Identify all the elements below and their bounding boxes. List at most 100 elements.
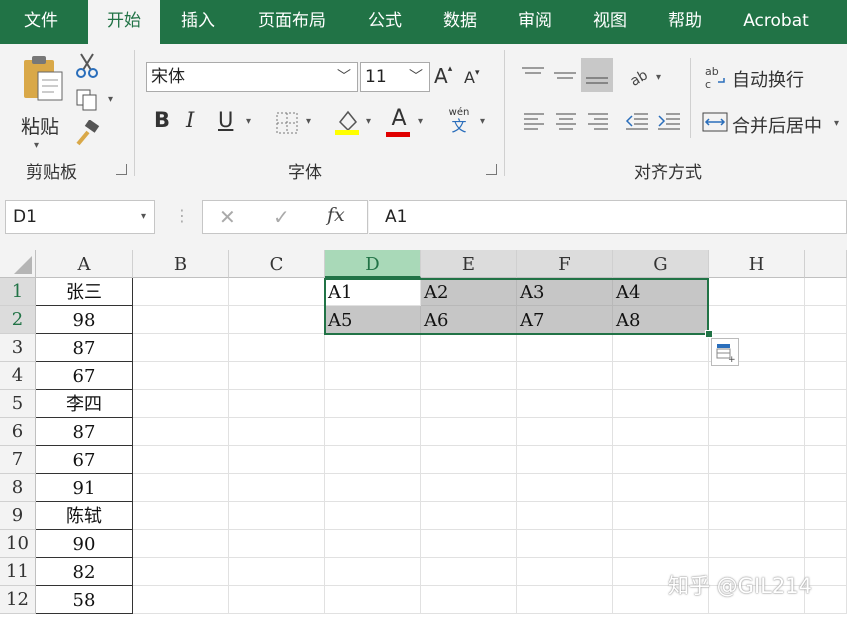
tab-view[interactable]: 视图	[578, 0, 642, 44]
grow-font-button[interactable]: A▴	[434, 64, 452, 88]
cell-a3[interactable]: 87	[36, 334, 133, 362]
tab-help[interactable]: 帮助	[654, 0, 716, 44]
cell-e8[interactable]	[421, 474, 517, 502]
cell-h7[interactable]	[709, 446, 805, 474]
cell-f2[interactable]: A7	[517, 306, 613, 334]
clipboard-launcher-icon[interactable]: .	[116, 164, 127, 175]
cell-b9[interactable]	[133, 502, 229, 530]
cell-h8[interactable]	[709, 474, 805, 502]
column-header-h[interactable]: H	[709, 250, 805, 278]
formula-bar-grip-icon[interactable]: ⋮	[174, 206, 190, 225]
cell-a2[interactable]: 98	[36, 306, 133, 334]
row-header-11[interactable]: 11	[0, 558, 36, 586]
cell-c7[interactable]	[229, 446, 325, 474]
column-header-g[interactable]: G	[613, 250, 709, 278]
row-header-5[interactable]: 5	[0, 390, 36, 418]
cell-g5[interactable]	[613, 390, 709, 418]
decrease-indent-icon[interactable]	[624, 110, 650, 134]
align-middle-icon[interactable]	[552, 64, 578, 86]
fill-color-dropdown-icon[interactable]: ▾	[366, 116, 371, 127]
cell-d4[interactable]	[325, 362, 421, 390]
cell-g3[interactable]	[613, 334, 709, 362]
row-header-1[interactable]: 1	[0, 278, 36, 306]
tab-page-layout[interactable]: 页面布局	[244, 0, 340, 44]
cell-d7[interactable]	[325, 446, 421, 474]
cell-c6[interactable]	[229, 418, 325, 446]
cancel-icon[interactable]: ✕	[219, 205, 236, 229]
column-header-c[interactable]: C	[229, 250, 325, 278]
cell-e6[interactable]	[421, 418, 517, 446]
font-color-dropdown-icon[interactable]: ▾	[418, 116, 423, 127]
column-header-b[interactable]: B	[133, 250, 229, 278]
cell-i10[interactable]	[805, 530, 847, 558]
cell-d3[interactable]	[325, 334, 421, 362]
cell-a11[interactable]: 82	[36, 558, 133, 586]
chevron-down-icon[interactable]: ﹀	[409, 63, 423, 91]
column-header-a[interactable]: A	[36, 250, 133, 278]
fill-color-icon[interactable]	[334, 108, 360, 136]
cell-a12[interactable]: 58	[36, 586, 133, 614]
cell-d11[interactable]	[325, 558, 421, 586]
cell-g10[interactable]	[613, 530, 709, 558]
fill-handle[interactable]	[705, 330, 713, 338]
cell-d2[interactable]: A5	[325, 306, 421, 334]
cell-d8[interactable]	[325, 474, 421, 502]
cell-a5[interactable]: 李四	[36, 390, 133, 418]
row-header-2[interactable]: 2	[0, 306, 36, 334]
cell-c1[interactable]	[229, 278, 325, 306]
borders-dropdown-icon[interactable]: ▾	[306, 116, 311, 127]
wrap-text-button[interactable]: 自动换行	[732, 66, 804, 92]
cell-h1[interactable]	[709, 278, 805, 306]
cell-a4[interactable]: 67	[36, 362, 133, 390]
cell-e5[interactable]	[421, 390, 517, 418]
cell-g6[interactable]	[613, 418, 709, 446]
cell-f3[interactable]	[517, 334, 613, 362]
cell-g8[interactable]	[613, 474, 709, 502]
italic-button[interactable]: I	[186, 108, 194, 132]
cell-b7[interactable]	[133, 446, 229, 474]
cell-d12[interactable]	[325, 586, 421, 614]
borders-icon[interactable]	[276, 112, 298, 134]
cell-e4[interactable]	[421, 362, 517, 390]
shrink-font-button[interactable]: A▾	[464, 68, 479, 87]
row-header-10[interactable]: 10	[0, 530, 36, 558]
phonetic-dropdown-icon[interactable]: ▾	[480, 116, 485, 127]
cell-f9[interactable]	[517, 502, 613, 530]
align-bottom-button[interactable]	[581, 58, 613, 92]
cell-a10[interactable]: 90	[36, 530, 133, 558]
tab-data[interactable]: 数据	[428, 0, 492, 44]
cell-e1[interactable]: A2	[421, 278, 517, 306]
cell-i8[interactable]	[805, 474, 847, 502]
orientation-dropdown-icon[interactable]: ▾	[656, 72, 661, 83]
column-header-d[interactable]: D	[325, 250, 421, 278]
tab-formulas[interactable]: 公式	[356, 0, 414, 44]
cell-i2[interactable]	[805, 306, 847, 334]
cell-f5[interactable]	[517, 390, 613, 418]
cell-f7[interactable]	[517, 446, 613, 474]
cell-g9[interactable]	[613, 502, 709, 530]
merge-center-button[interactable]: 合并后居中	[732, 112, 822, 138]
increase-indent-icon[interactable]	[656, 110, 682, 134]
quick-analysis-button[interactable]: +	[711, 338, 739, 366]
align-top-icon[interactable]	[520, 64, 546, 86]
cell-h2[interactable]	[709, 306, 805, 334]
cell-g7[interactable]	[613, 446, 709, 474]
cell-b8[interactable]	[133, 474, 229, 502]
row-header-8[interactable]: 8	[0, 474, 36, 502]
cell-a9[interactable]: 陈轼	[36, 502, 133, 530]
cell-g1[interactable]: A4	[613, 278, 709, 306]
cell-d6[interactable]	[325, 418, 421, 446]
cell-c9[interactable]	[229, 502, 325, 530]
orientation-icon[interactable]: ab	[628, 66, 652, 88]
underline-button[interactable]: U	[218, 108, 233, 132]
cell-f10[interactable]	[517, 530, 613, 558]
cell-g2[interactable]: A8	[613, 306, 709, 334]
paste-button[interactable]: 粘贴 ▾	[14, 54, 66, 164]
underline-dropdown-icon[interactable]: ▾	[246, 116, 251, 127]
cell-c12[interactable]	[229, 586, 325, 614]
font-launcher-icon[interactable]: .	[486, 164, 497, 175]
row-header-9[interactable]: 9	[0, 502, 36, 530]
cell-b6[interactable]	[133, 418, 229, 446]
insert-function-icon[interactable]: fx	[327, 204, 345, 226]
cell-b2[interactable]	[133, 306, 229, 334]
